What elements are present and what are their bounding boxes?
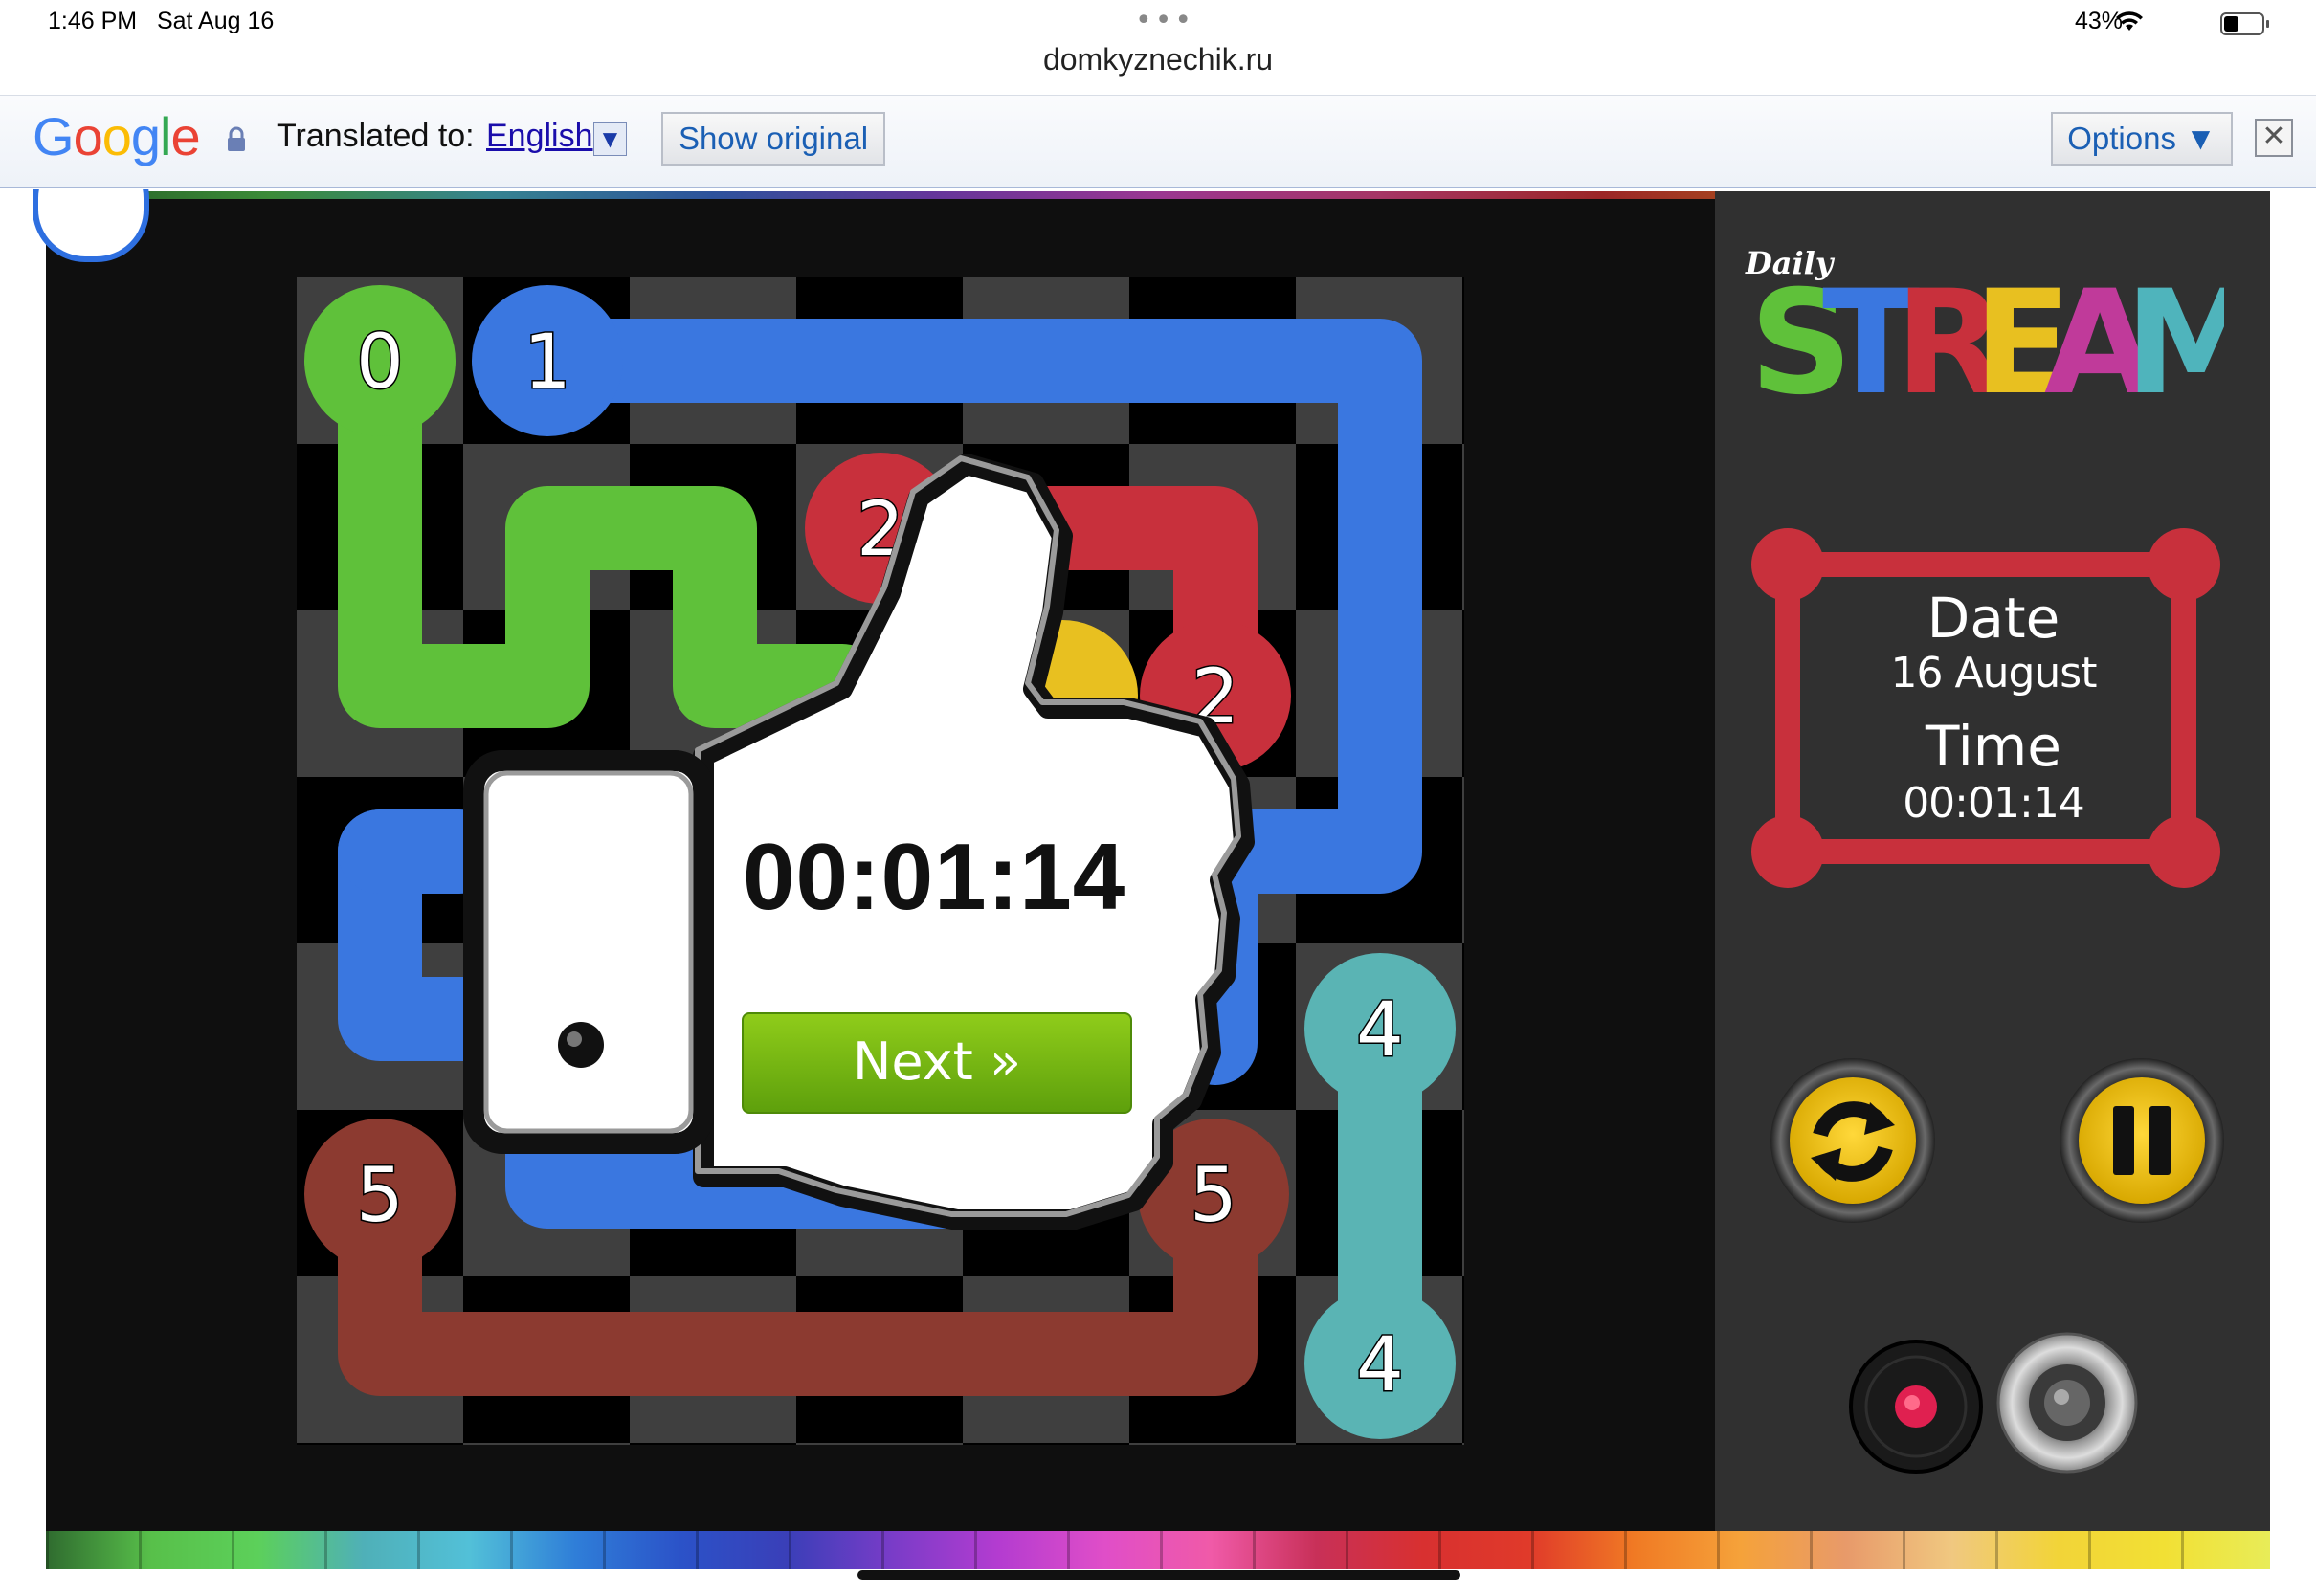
pencil-divider (1160, 1531, 1163, 1569)
battery-percent: 43% (2075, 8, 2124, 34)
pencil-divider (1531, 1531, 1534, 1569)
pencil-divider (789, 1531, 791, 1569)
pencil-divider (1438, 1531, 1441, 1569)
pencil-divider (881, 1531, 884, 1569)
pencil-divider (510, 1531, 513, 1569)
battery-icon (2220, 12, 2269, 35)
pencil-divider (1253, 1531, 1256, 1569)
pencil-divider (696, 1531, 699, 1569)
stream-logo: S T R E A M (1749, 260, 2224, 427)
pencil-divider (1346, 1531, 1348, 1569)
pause-icon (2060, 1058, 2224, 1223)
restart-icon (1770, 1058, 1935, 1223)
pencil-divider (1067, 1531, 1070, 1569)
date-value: 16 August (1890, 649, 2098, 698)
result-timer: 00:01:14 (743, 824, 1126, 929)
logo-letter-m: M (2125, 260, 2224, 427)
language-link[interactable]: English (486, 118, 593, 155)
time-label: Time (1926, 714, 2061, 779)
show-original-button[interactable]: Show original (661, 112, 885, 166)
time-value: 00:01:14 (1903, 779, 2085, 828)
frame-corner-dots (1751, 528, 2220, 888)
pencil-divider (46, 1531, 49, 1569)
language-dropdown-icon[interactable]: ▼ (593, 122, 627, 156)
pencil-divider (139, 1531, 142, 1569)
google-translate-bar: Google Translated to: English ▼ Show ori… (0, 95, 2316, 188)
next-button[interactable]: Next » (742, 1012, 1132, 1114)
options-button[interactable]: Options ▼ (2051, 112, 2233, 166)
pencil-divider (1717, 1531, 1720, 1569)
close-translate-bar-button[interactable]: ✕ (2255, 119, 2293, 157)
pencil-divider (1810, 1531, 1813, 1569)
pencil-divider (2181, 1531, 2184, 1569)
status-time: 1:46 PM Sat Aug 16 (48, 8, 275, 34)
pencil-divider (232, 1531, 234, 1569)
translated-to-label: Translated to: (277, 118, 475, 154)
home-indicator[interactable] (857, 1570, 1460, 1580)
pencil-divider (2088, 1531, 2091, 1569)
lock-icon (228, 126, 245, 151)
daily-label: Daily (1746, 245, 1834, 281)
google-logo: Google (33, 106, 201, 166)
pencil-divider (1995, 1531, 1998, 1569)
speaker-icon (1996, 1332, 2138, 1474)
side-panel-graphics: S T R E A M (1749, 260, 2224, 1474)
date-label: Date (1926, 586, 2060, 651)
pencil-divider (974, 1531, 977, 1569)
page-url[interactable]: domkyznechik.ru (0, 42, 2316, 78)
multitasking-dots-icon[interactable]: ••• (1135, 4, 1194, 37)
bottom-pencil-strip (46, 1531, 2270, 1569)
pencil-divider (603, 1531, 606, 1569)
pencil-divider (1903, 1531, 1905, 1569)
pencil-divider (324, 1531, 327, 1569)
pencil-divider (1624, 1531, 1627, 1569)
pencil-divider (417, 1531, 420, 1569)
ios-status-bar: 1:46 PM Sat Aug 16 ••• 43% (0, 0, 2316, 48)
record-icon (1849, 1340, 1983, 1474)
